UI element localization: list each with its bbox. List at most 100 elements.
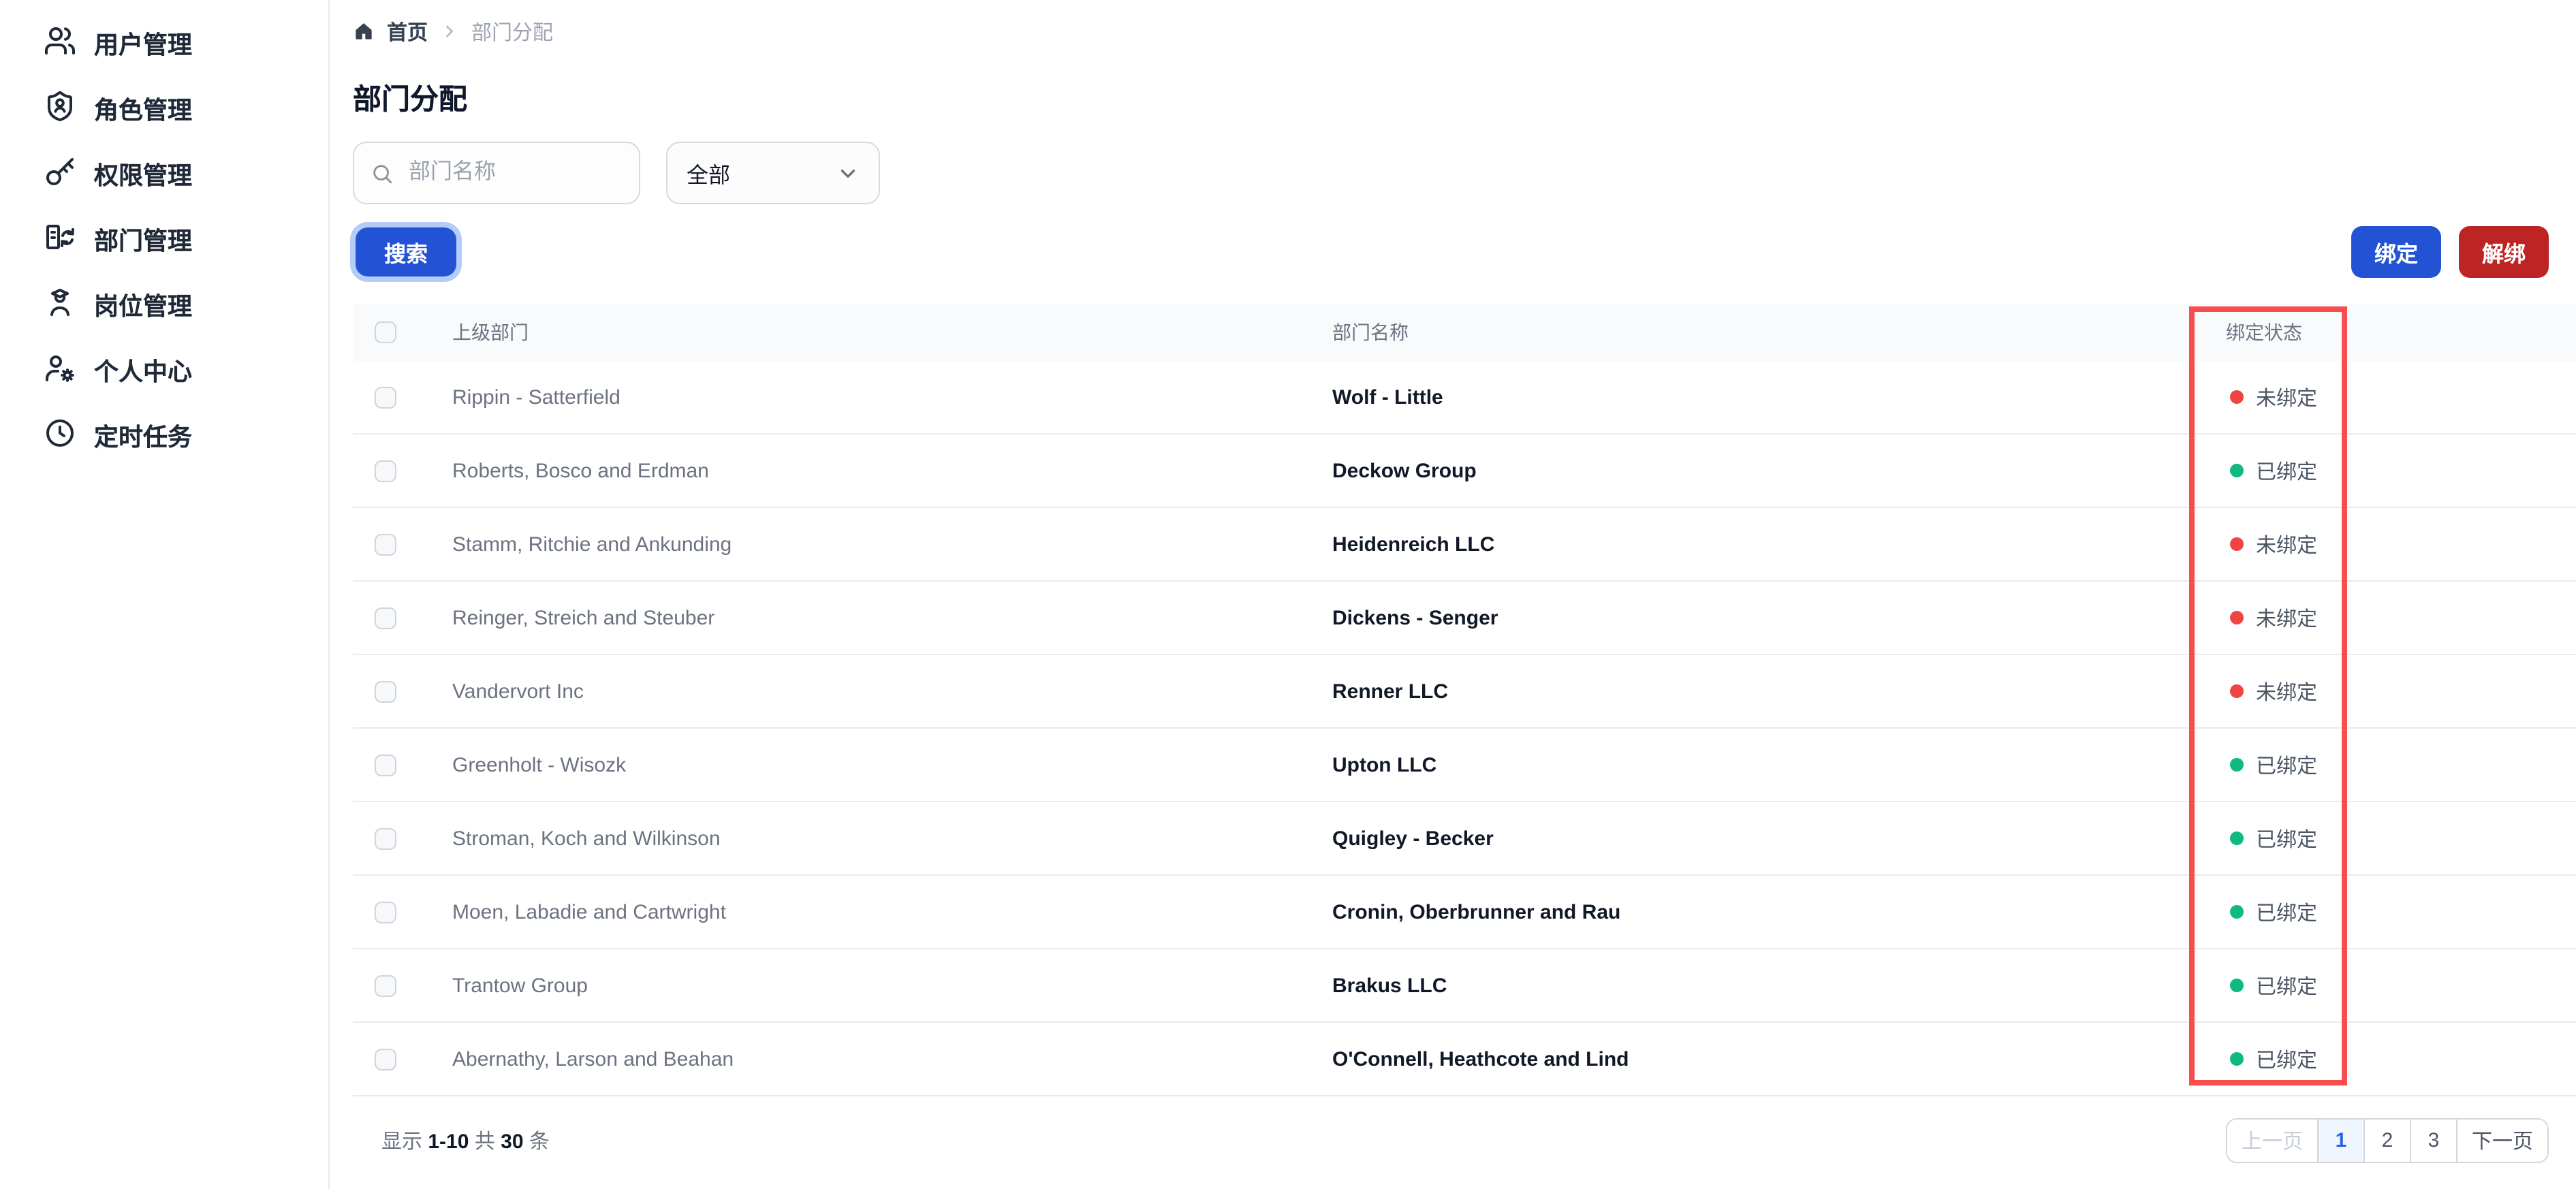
parent-department-cell: Greenholt - Wisozk: [452, 753, 627, 776]
status-dot: [2230, 831, 2244, 845]
filter-bar: 全部: [353, 142, 2576, 204]
home-icon: [356, 23, 372, 39]
select-value: 全部: [687, 165, 731, 188]
search-box: [353, 142, 640, 204]
sidebar-item-label: 个人中心: [94, 358, 192, 385]
bulk-actions: 绑定 解绑: [2351, 226, 2549, 278]
column-header-parent: 上级部门: [452, 321, 529, 343]
table-footer: 显示 1-10 共 30 条 上一页 1 2 3 下一页: [353, 1118, 2576, 1163]
table-row: Trantow Group Brakus LLC 已绑定: [353, 949, 2576, 1023]
table-row: Greenholt - Wisozk Upton LLC 已绑定: [353, 729, 2576, 802]
sidebar-item-shield-user[interactable]: 角色管理: [0, 76, 328, 142]
page-title: 部门分配: [353, 84, 467, 116]
bind-button[interactable]: 绑定: [2351, 226, 2441, 278]
summary-prefix: 显示: [381, 1130, 423, 1154]
table-row: Reinger, Streich and Steuber Dickens - S…: [353, 582, 2576, 655]
parent-department-cell: Stroman, Koch and Wilkinson: [452, 827, 721, 850]
row-checkbox[interactable]: [375, 1048, 396, 1070]
table-row: Moen, Labadie and Cartwright Cronin, Obe…: [353, 876, 2576, 949]
summary-range: 1-10: [428, 1130, 469, 1154]
status-label: 已绑定: [2256, 902, 2318, 925]
previous-page-button[interactable]: 上一页: [2227, 1120, 2317, 1162]
parent-department-cell: Stamm, Ritchie and Ankunding: [452, 533, 732, 556]
table-row: Abernathy, Larson and Beahan O'Connell, …: [353, 1023, 2576, 1096]
position-icon: [44, 285, 76, 325]
page-button-1[interactable]: 1: [2317, 1120, 2363, 1162]
status-cell: 已绑定: [2230, 1045, 2317, 1073]
sidebar-item-clock[interactable]: 定时任务: [0, 403, 328, 469]
parent-department-cell: Roberts, Bosco and Erdman: [452, 459, 709, 482]
status-label: 已绑定: [2256, 1049, 2318, 1072]
parent-department-cell: Moen, Labadie and Cartwright: [452, 900, 726, 923]
sidebar-item-label: 岗位管理: [94, 293, 192, 320]
select-all-checkbox[interactable]: [375, 321, 396, 343]
breadcrumb-home-link[interactable]: 首页: [387, 17, 428, 46]
row-checkbox[interactable]: [375, 901, 396, 923]
user-settings-icon: [44, 351, 76, 390]
status-dot: [2230, 684, 2244, 698]
pagination: 上一页 1 2 3 下一页: [2226, 1118, 2549, 1163]
table-row: Rippin - Satterfield Wolf - Little 未绑定: [353, 361, 2576, 434]
department-name-cell: Brakus LLC: [1332, 974, 1447, 997]
sidebar-item-position[interactable]: 岗位管理: [0, 272, 328, 338]
sidebar-item-department[interactable]: 部门管理: [0, 207, 328, 272]
status-label: 已绑定: [2256, 828, 2318, 851]
status-cell: 已绑定: [2230, 971, 2317, 1000]
department-icon: [44, 220, 76, 259]
department-name-cell: Upton LLC: [1332, 753, 1437, 776]
parent-department-cell: Trantow Group: [452, 974, 588, 997]
chevron-right-icon: [446, 25, 453, 37]
status-label: 未绑定: [2256, 387, 2318, 410]
summary-total: 30: [501, 1130, 524, 1154]
row-checkbox[interactable]: [375, 386, 396, 408]
status-dot: [2230, 390, 2244, 404]
sidebar-item-users[interactable]: 用户管理: [0, 11, 328, 76]
status-cell: 已绑定: [2230, 824, 2317, 853]
status-cell: 未绑定: [2230, 383, 2317, 411]
department-table: 上级部门 部门名称 绑定状态 Rippin - Satterfield Wolf…: [353, 304, 2576, 1096]
next-page-button[interactable]: 下一页: [2456, 1120, 2547, 1162]
main-content: 首页 部门分配 部门分配 全部 搜索 绑定 解绑 上: [330, 0, 2576, 1189]
status-label: 未绑定: [2256, 607, 2318, 631]
search-icon: [373, 164, 392, 183]
search-input[interactable]: [406, 159, 623, 187]
row-checkbox[interactable]: [375, 460, 396, 481]
column-header-status: 绑定状态: [2226, 321, 2302, 343]
status-cell: 未绑定: [2230, 603, 2317, 632]
page-button-3[interactable]: 3: [2410, 1120, 2456, 1162]
status-label: 未绑定: [2256, 681, 2318, 704]
page-button-2[interactable]: 2: [2363, 1120, 2410, 1162]
table-row: Stamm, Ritchie and Ankunding Heidenreich…: [353, 508, 2576, 582]
status-label: 未绑定: [2256, 534, 2318, 557]
summary-middle: 共: [474, 1130, 495, 1154]
status-dot: [2230, 758, 2244, 772]
row-checkbox[interactable]: [375, 533, 396, 555]
sidebar-item-label: 定时任务: [94, 424, 192, 451]
sidebar-item-user-settings[interactable]: 个人中心: [0, 338, 328, 403]
department-name-cell: Cronin, Oberbrunner and Rau: [1332, 900, 1621, 923]
status-label: 已绑定: [2256, 460, 2318, 483]
status-cell: 未绑定: [2230, 530, 2317, 558]
status-label: 已绑定: [2256, 975, 2318, 998]
parent-department-cell: Reinger, Streich and Steuber: [452, 606, 715, 629]
status-dot: [2230, 905, 2244, 919]
sidebar-item-key[interactable]: 权限管理: [0, 142, 328, 207]
department-name-cell: Renner LLC: [1332, 680, 1449, 703]
row-checkbox[interactable]: [375, 754, 396, 776]
department-name-cell: Deckow Group: [1332, 459, 1477, 482]
search-button[interactable]: 搜索: [356, 227, 457, 276]
status-dot: [2230, 1052, 2244, 1066]
department-name-cell: Quigley - Becker: [1332, 827, 1494, 850]
status-filter-select[interactable]: 全部: [666, 142, 880, 204]
parent-department-cell: Rippin - Satterfield: [452, 385, 621, 409]
unbind-button[interactable]: 解绑: [2458, 226, 2549, 278]
row-checkbox[interactable]: [375, 974, 396, 996]
sidebar-item-label: 用户管理: [94, 31, 192, 59]
status-cell: 未绑定: [2230, 677, 2317, 706]
clock-icon: [44, 416, 76, 456]
row-checkbox[interactable]: [375, 607, 396, 629]
status-cell: 已绑定: [2230, 456, 2317, 485]
department-name-cell: Dickens - Senger: [1332, 606, 1498, 629]
row-checkbox[interactable]: [375, 827, 396, 849]
row-checkbox[interactable]: [375, 680, 396, 702]
